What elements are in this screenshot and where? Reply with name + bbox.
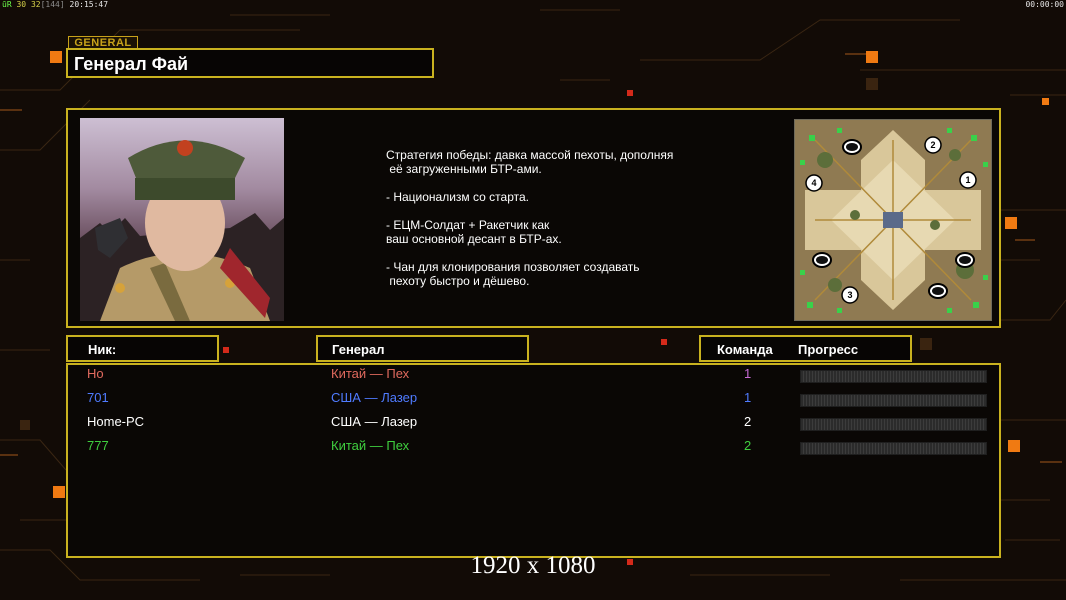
player-general: США — Лазер xyxy=(331,414,418,429)
description-line: Стратегия победы: давка массой пехоты, д… xyxy=(386,148,674,162)
description-line: пехоту быстро и дёшево. xyxy=(386,274,530,288)
header-nick: Ник: xyxy=(66,335,219,362)
page-title: Генерал Фай xyxy=(74,54,189,74)
game-timer: 00:00:00 xyxy=(1025,0,1064,9)
player-team: 1 xyxy=(744,366,752,381)
start-position-label: 1 xyxy=(965,175,970,185)
map-preview: 1 2 3 4 xyxy=(794,119,992,321)
description-line: - Чан для клонирования позволяет создава… xyxy=(386,260,640,274)
header-nick-label: Ник: xyxy=(88,342,117,357)
player-general: Китай — Пех xyxy=(331,366,410,381)
overlay-bracket: [144] xyxy=(40,0,65,9)
resolution-label: 1920 x 1080 xyxy=(470,552,596,579)
player-team: 2 xyxy=(744,438,752,453)
player-progress-bar xyxy=(800,394,987,407)
overlay-prefix: ūR xyxy=(2,0,12,9)
strategy-description: Стратегия победы: давка массой пехоты, д… xyxy=(386,148,716,288)
player-nick: Home-PC xyxy=(87,414,145,429)
description-line: её загруженными БТР-ами. xyxy=(386,162,542,176)
player-nick: 777 xyxy=(87,438,109,453)
header-progress-label: Прогресс xyxy=(798,342,859,357)
header-team-label: Команда xyxy=(717,342,773,357)
player-general: США — Лазер xyxy=(331,390,418,405)
overlay-frames: 32 xyxy=(30,0,41,9)
player-team: 2 xyxy=(744,414,752,429)
fps-overlay: ūR 30 32[144] 20:15:47 xyxy=(2,0,108,9)
player-row: 777 Китай — Пех 2 xyxy=(0,438,1066,458)
description-line xyxy=(386,204,716,218)
description-line xyxy=(386,176,716,190)
description-line: ваш основной десант в БТР-ах. xyxy=(386,232,562,246)
general-portrait-image xyxy=(80,118,284,321)
header-team-progress: Команда Прогресс xyxy=(699,335,912,362)
header-general-label: Генерал xyxy=(332,342,385,357)
overlay-clock: 20:15:47 xyxy=(69,0,109,9)
header-general: Генерал xyxy=(316,335,529,362)
description-line: - ЕЦМ-Солдат + Ракетчик как xyxy=(386,218,550,232)
player-team: 1 xyxy=(744,390,752,405)
overlay-fps: 30 xyxy=(16,0,27,9)
player-nick: Ho xyxy=(87,366,104,381)
map-preview-image: 1 2 3 4 xyxy=(795,120,991,320)
start-position-label: 4 xyxy=(811,178,816,188)
player-row: 701 США — Лазер 1 xyxy=(0,390,1066,410)
player-general: Китай — Пех xyxy=(331,438,410,453)
description-line xyxy=(386,246,716,260)
description-line: - Национализм со старта. xyxy=(386,190,529,204)
title-box: Генерал Фай xyxy=(66,48,434,78)
player-row: Home-PC США — Лазер 2 xyxy=(0,414,1066,434)
player-nick: 701 xyxy=(87,390,109,405)
player-progress-bar xyxy=(800,370,987,383)
start-position-label: 2 xyxy=(930,140,935,150)
player-progress-bar xyxy=(800,418,987,431)
start-position-label: 3 xyxy=(847,290,852,300)
general-portrait xyxy=(80,118,284,321)
player-row: Ho Китай — Пех 1 xyxy=(0,366,1066,386)
player-progress-bar xyxy=(800,442,987,455)
